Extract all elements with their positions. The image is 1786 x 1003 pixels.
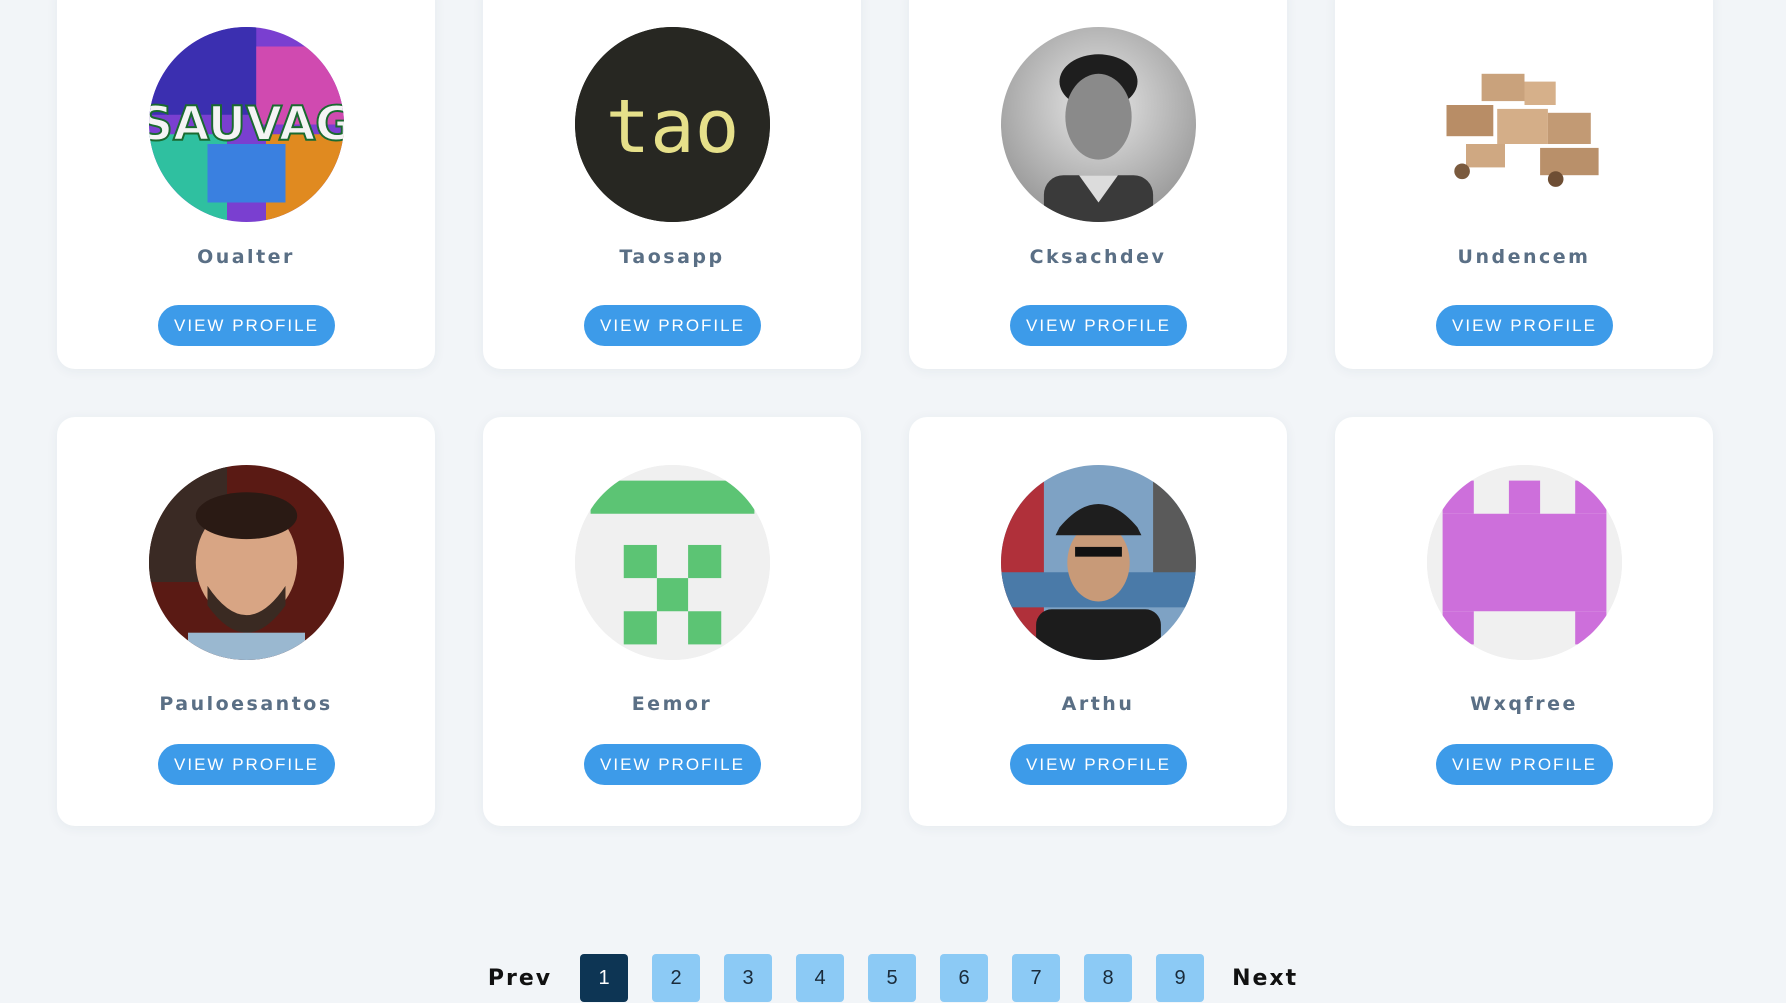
page-button-3[interactable]: 3 <box>724 954 773 1002</box>
view-profile-button[interactable]: VIEW PROFILE <box>584 744 761 785</box>
page-button-9[interactable]: 9 <box>1156 954 1205 1002</box>
username: Arthu <box>1061 693 1135 715</box>
portrait-avatar-image <box>1001 27 1196 222</box>
next-page-link[interactable]: Next <box>1232 966 1298 991</box>
profile-card: SAUVAG Oualter VIEW PROFILE <box>57 0 435 369</box>
identicon-green-image <box>575 465 770 660</box>
boxes-avatar-image <box>1427 27 1622 222</box>
page-button-2[interactable]: 2 <box>652 954 701 1002</box>
avatar[interactable] <box>1427 465 1622 660</box>
username: Cksachdev <box>1029 246 1167 268</box>
avatar[interactable]: tao <box>575 27 770 222</box>
view-profile-button[interactable]: VIEW PROFILE <box>158 305 335 346</box>
username: Taosapp <box>619 246 725 268</box>
profile-card: Arthu VIEW PROFILE <box>909 417 1287 826</box>
username: Wxqfree <box>1470 693 1578 715</box>
tao-logo-image: tao <box>575 27 770 222</box>
profile-card: Wxqfree VIEW PROFILE <box>1335 417 1713 826</box>
profile-card: Pauloesantos VIEW PROFILE <box>57 417 435 826</box>
svg-text:SAUVAG: SAUVAG <box>149 98 344 152</box>
tao-logo-text: tao <box>606 84 740 170</box>
portrait-avatar-image <box>149 465 344 660</box>
view-profile-button[interactable]: VIEW PROFILE <box>584 305 761 346</box>
view-profile-button[interactable]: VIEW PROFILE <box>1010 744 1187 785</box>
page-button-7[interactable]: 7 <box>1012 954 1061 1002</box>
avatar[interactable] <box>575 465 770 660</box>
profile-card: Cksachdev VIEW PROFILE <box>909 0 1287 369</box>
page-button-1[interactable]: 1 <box>580 954 629 1002</box>
avatar[interactable] <box>1001 465 1196 660</box>
graffiti-avatar-image: SAUVAG <box>149 27 344 222</box>
profile-card: Undencem VIEW PROFILE <box>1335 0 1713 369</box>
profile-grid: SAUVAG Oualter VIEW PROFILE tao Taosapp … <box>57 0 1713 826</box>
page-button-5[interactable]: 5 <box>868 954 917 1002</box>
avatar[interactable] <box>149 465 344 660</box>
profile-card: Eemor VIEW PROFILE <box>483 417 861 826</box>
page-button-6[interactable]: 6 <box>940 954 989 1002</box>
username: Pauloesantos <box>159 693 333 715</box>
view-profile-button[interactable]: VIEW PROFILE <box>1436 305 1613 346</box>
identicon-purple-image <box>1427 465 1622 660</box>
view-profile-button[interactable]: VIEW PROFILE <box>158 744 335 785</box>
view-profile-button[interactable]: VIEW PROFILE <box>1010 305 1187 346</box>
page: SAUVAG Oualter VIEW PROFILE tao Taosapp … <box>0 0 1786 1003</box>
page-button-8[interactable]: 8 <box>1084 954 1133 1002</box>
avatar[interactable] <box>1427 27 1622 222</box>
avatar[interactable] <box>1001 27 1196 222</box>
portrait-cap-avatar-image <box>1001 465 1196 660</box>
view-profile-button[interactable]: VIEW PROFILE <box>1436 744 1613 785</box>
page-button-4[interactable]: 4 <box>796 954 845 1002</box>
username: Undencem <box>1457 246 1591 268</box>
prev-page-link[interactable]: Prev <box>488 966 552 991</box>
username: Eemor <box>631 693 713 715</box>
profile-card: tao Taosapp VIEW PROFILE <box>483 0 861 369</box>
avatar[interactable]: SAUVAG <box>149 27 344 222</box>
username: Oualter <box>197 246 295 268</box>
pagination: Prev 1 2 3 4 5 6 7 8 9 Next <box>0 954 1786 1002</box>
